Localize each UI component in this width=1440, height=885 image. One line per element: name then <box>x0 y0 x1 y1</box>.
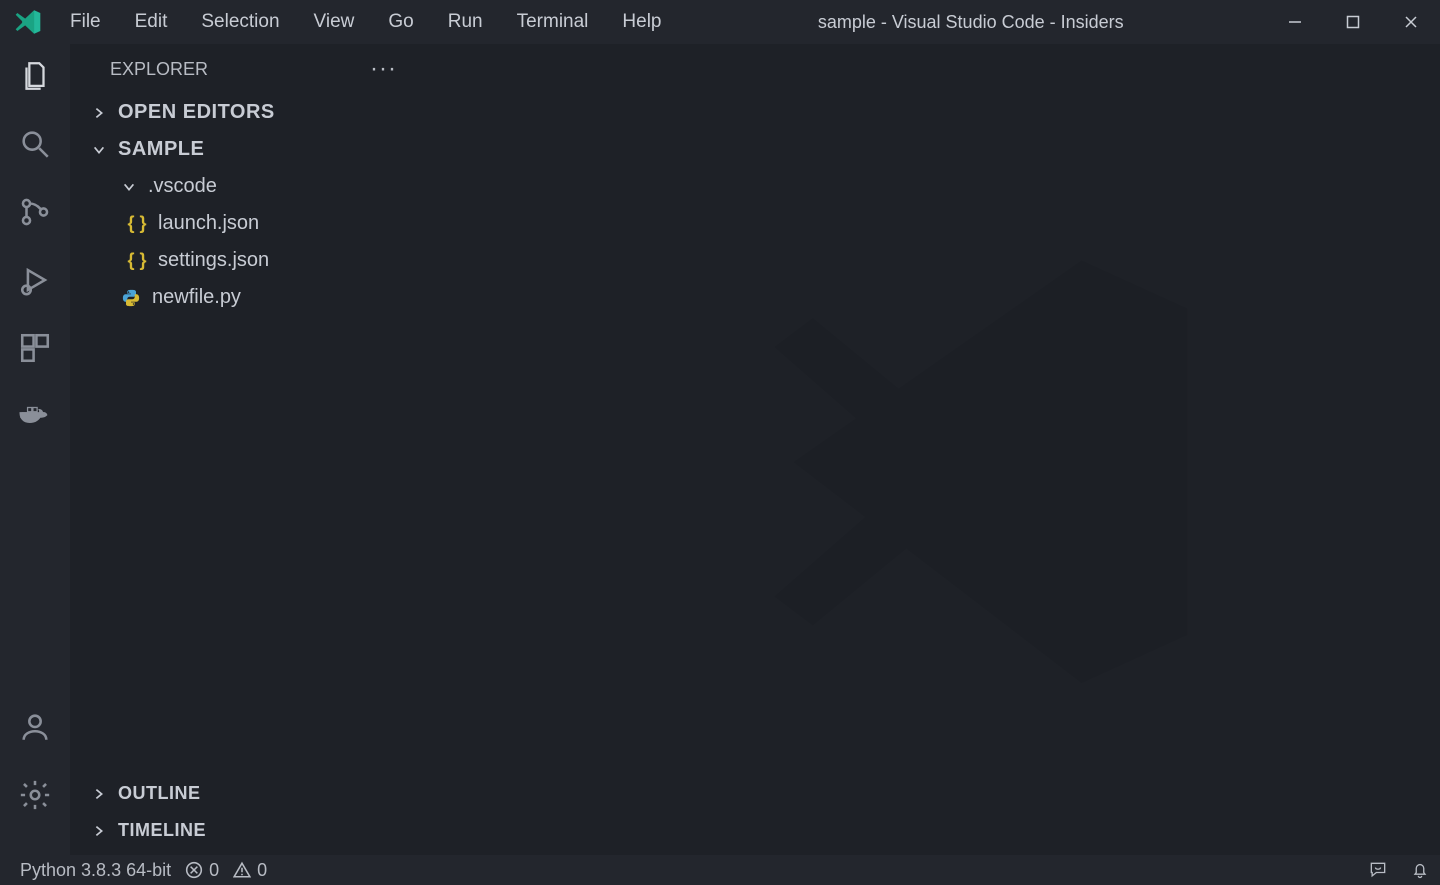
status-warnings[interactable]: 0 <box>233 860 267 881</box>
section-timeline[interactable]: TIMELINE <box>70 812 415 849</box>
folder-label: .vscode <box>148 175 217 198</box>
section-label: OUTLINE <box>118 783 201 804</box>
vscode-watermark-icon <box>736 231 1216 716</box>
vscode-insiders-icon <box>0 8 56 36</box>
chevron-down-icon <box>120 180 138 194</box>
menu-selection[interactable]: Selection <box>187 5 293 39</box>
file-launch-json[interactable]: { } launch.json <box>70 205 415 242</box>
sidebar-header: EXPLORER ··· <box>70 44 415 94</box>
menu-run[interactable]: Run <box>434 5 497 39</box>
accounts-icon[interactable] <box>15 707 55 747</box>
python-icon <box>120 288 142 308</box>
minimize-button[interactable] <box>1266 0 1324 44</box>
run-debug-icon[interactable] <box>15 260 55 300</box>
titlebar: File Edit Selection View Go Run Terminal… <box>0 0 1440 44</box>
explorer-sidebar: EXPLORER ··· OPEN EDITORS SAMPLE .v <box>70 44 415 855</box>
menu-go[interactable]: Go <box>374 5 427 39</box>
section-open-editors[interactable]: OPEN EDITORS <box>70 94 415 131</box>
sidebar-title: EXPLORER <box>110 59 208 80</box>
main-area: EXPLORER ··· OPEN EDITORS SAMPLE .v <box>0 44 1440 855</box>
search-icon[interactable] <box>15 124 55 164</box>
menu-view[interactable]: View <box>300 5 369 39</box>
maximize-button[interactable] <box>1324 0 1382 44</box>
menu-file[interactable]: File <box>56 5 115 39</box>
warning-icon <box>233 861 251 879</box>
status-errors[interactable]: 0 <box>185 860 219 881</box>
window-title: sample - Visual Studio Code - Insiders <box>676 12 1267 33</box>
editor-area <box>415 44 1440 855</box>
docker-icon[interactable] <box>15 396 55 436</box>
error-icon <box>185 861 203 879</box>
folder-vscode[interactable]: .vscode <box>70 168 415 205</box>
status-bar: Python 3.8.3 64-bit 0 0 <box>0 855 1440 885</box>
file-settings-json[interactable]: { } settings.json <box>70 242 415 279</box>
json-icon: { } <box>126 213 148 234</box>
warning-count: 0 <box>257 860 267 881</box>
bell-icon[interactable] <box>1410 860 1430 880</box>
json-icon: { } <box>126 250 148 271</box>
chevron-right-icon <box>90 787 108 801</box>
chevron-down-icon <box>90 143 108 157</box>
folder-root-label: SAMPLE <box>118 138 204 161</box>
menu-bar: File Edit Selection View Go Run Terminal… <box>56 5 676 39</box>
explorer-icon[interactable] <box>15 56 55 96</box>
status-python-label: Python 3.8.3 64-bit <box>20 860 171 881</box>
settings-gear-icon[interactable] <box>15 775 55 815</box>
chevron-right-icon <box>90 106 108 120</box>
chevron-right-icon <box>90 824 108 838</box>
section-label: OPEN EDITORS <box>118 101 275 124</box>
explorer-tree: OPEN EDITORS SAMPLE .vscode { } launch.j… <box>70 94 415 775</box>
menu-edit[interactable]: Edit <box>121 5 182 39</box>
file-label: settings.json <box>158 249 269 272</box>
file-label: launch.json <box>158 212 259 235</box>
extensions-icon[interactable] <box>15 328 55 368</box>
section-outline[interactable]: OUTLINE <box>70 775 415 812</box>
window-controls <box>1266 0 1440 44</box>
file-newfile-py[interactable]: newfile.py <box>70 279 415 316</box>
section-folder-root[interactable]: SAMPLE <box>70 131 415 168</box>
status-python[interactable]: Python 3.8.3 64-bit <box>20 860 171 881</box>
close-button[interactable] <box>1382 0 1440 44</box>
sidebar-more-icon[interactable]: ··· <box>370 55 397 83</box>
section-label: TIMELINE <box>118 820 206 841</box>
error-count: 0 <box>209 860 219 881</box>
activity-bar <box>0 44 70 855</box>
sidebar-bottom-sections: OUTLINE TIMELINE <box>70 775 415 855</box>
feedback-icon[interactable] <box>1368 860 1388 880</box>
source-control-icon[interactable] <box>15 192 55 232</box>
menu-help[interactable]: Help <box>608 5 675 39</box>
menu-terminal[interactable]: Terminal <box>503 5 603 39</box>
file-label: newfile.py <box>152 286 241 309</box>
